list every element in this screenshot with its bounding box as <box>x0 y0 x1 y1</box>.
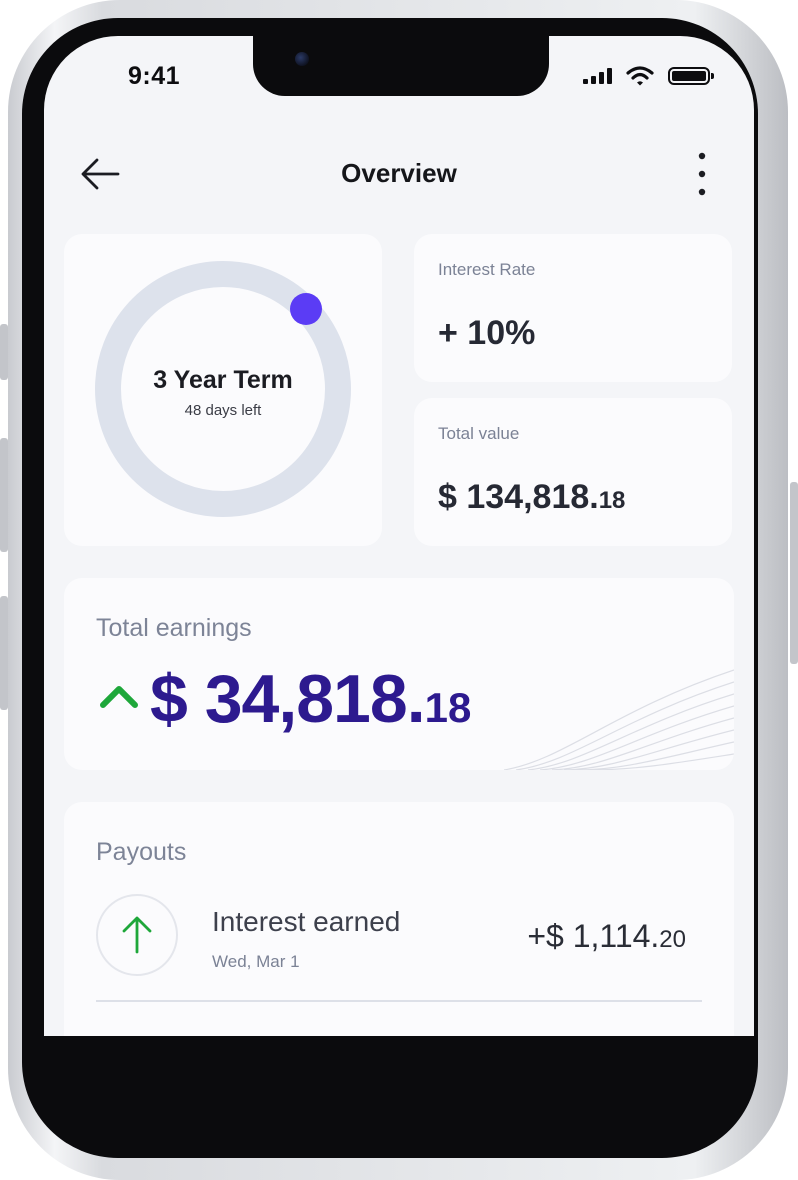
chevron-up-icon <box>100 686 138 708</box>
term-progress-knob[interactable] <box>290 293 322 325</box>
payout-amount-whole: +$ 1,114. <box>527 918 660 954</box>
total-value-card[interactable]: Total value $ 134,818.18 <box>414 398 732 546</box>
phone-side-button-left-3 <box>0 596 8 710</box>
decorative-waves <box>504 669 734 770</box>
total-earnings-cents: 18 <box>424 684 472 731</box>
notch <box>253 36 549 96</box>
term-card: 3 Year Term 48 days left <box>64 234 382 546</box>
interest-rate-label: Interest Rate <box>438 260 536 279</box>
app-screen: 9:41 Overview 3 Year Term 48 days left I… <box>44 36 754 1036</box>
signal-icon <box>583 68 612 84</box>
payout-amount: +$ 1,114.20 <box>527 918 686 955</box>
payouts-card: Payouts Interest earned Wed, Mar 1 +$ 1,… <box>64 802 734 1036</box>
payout-icon-circle <box>96 894 178 976</box>
total-earnings-amount: $ 34,818.18 <box>150 660 471 738</box>
battery-icon <box>668 67 714 85</box>
total-earnings-card[interactable]: Total earnings $ 34,818.18 <box>64 578 734 770</box>
payout-amount-cents: 20 <box>659 926 686 953</box>
front-camera <box>295 52 309 66</box>
payout-divider <box>96 1000 702 1002</box>
more-vertical-icon <box>698 152 706 196</box>
total-earnings-whole: $ 34,818. <box>150 661 426 737</box>
more-options-button[interactable] <box>690 150 714 200</box>
total-earnings-label: Total earnings <box>96 614 252 642</box>
interest-rate-value: + 10% <box>438 314 536 352</box>
payout-date: Wed, Mar 1 <box>212 952 300 971</box>
term-title: 3 Year Term <box>153 366 293 394</box>
status-icons <box>583 66 714 86</box>
total-value-label: Total value <box>438 424 520 443</box>
status-time: 9:41 <box>128 62 181 90</box>
term-days-left: 48 days left <box>184 402 262 419</box>
total-value-whole: $ 134,818. <box>438 478 599 516</box>
phone-side-button-left-2 <box>0 438 8 552</box>
phone-side-button-right <box>790 482 798 664</box>
total-value-cents: 18 <box>598 487 626 514</box>
interest-rate-card[interactable]: Interest Rate + 10% <box>414 234 732 382</box>
page-title: Overview <box>341 158 457 188</box>
arrow-up-icon <box>122 916 152 954</box>
payouts-title: Payouts <box>96 838 187 866</box>
wifi-icon <box>626 66 654 86</box>
phone-side-button-left-1 <box>0 324 8 380</box>
payout-name: Interest earned <box>212 906 401 937</box>
total-value-amount: $ 134,818.18 <box>438 478 625 517</box>
